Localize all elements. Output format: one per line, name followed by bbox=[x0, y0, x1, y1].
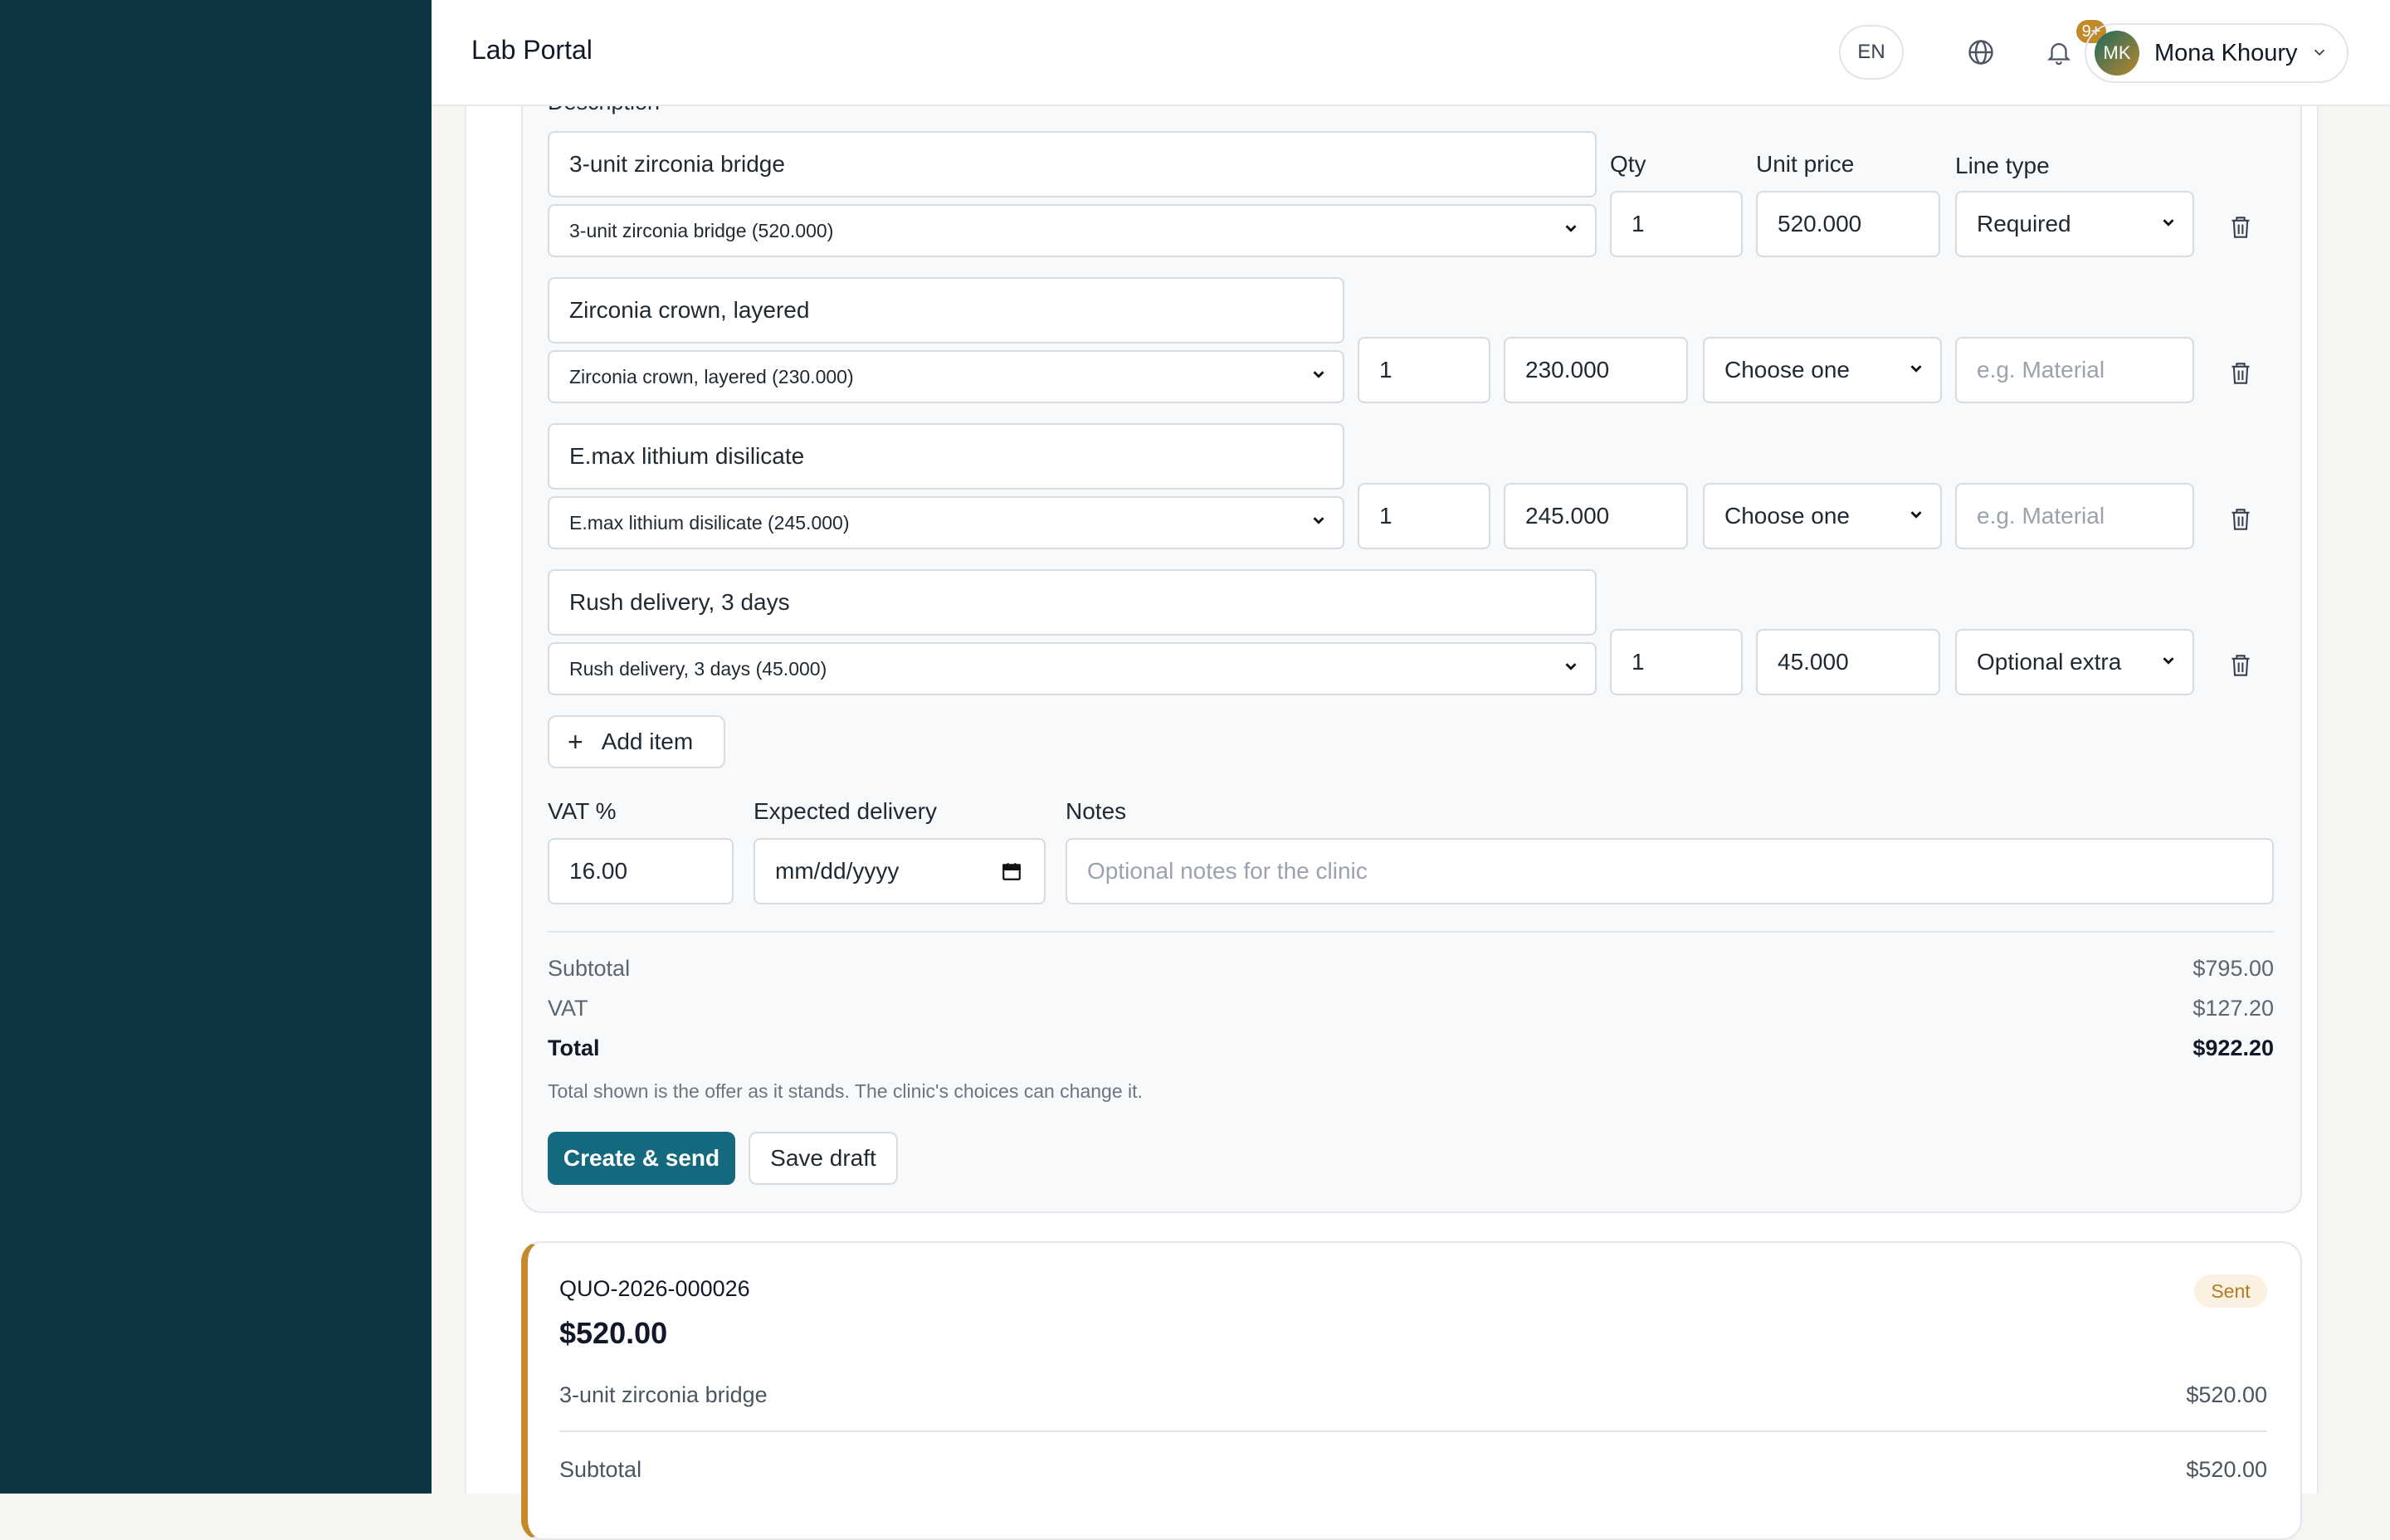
globe-icon[interactable] bbox=[1953, 25, 2008, 80]
item-unit-price-input[interactable]: 230.000 bbox=[1504, 337, 1688, 403]
chevron-down-icon bbox=[1907, 357, 1925, 383]
delivery-date-input[interactable]: mm/dd/yyyy bbox=[754, 838, 1046, 904]
item-product-select[interactable]: Zirconia crown, layered (230.000) bbox=[548, 350, 1344, 403]
quote-line-amount: $520.00 bbox=[2186, 1382, 2267, 1407]
chevron-down-icon bbox=[1310, 511, 1328, 534]
line-type-label: Line type bbox=[1955, 153, 2050, 178]
trash-icon[interactable] bbox=[2224, 357, 2257, 390]
chevron-down-icon bbox=[1562, 219, 1580, 242]
add-item-button[interactable]: + Add item bbox=[548, 715, 725, 768]
unit-price-label: Unit price bbox=[1756, 151, 1855, 177]
qty-label: Qty bbox=[1610, 151, 1646, 177]
divider bbox=[559, 1430, 2267, 1432]
subtotal-value: $795.00 bbox=[2192, 956, 2274, 981]
item-description-input[interactable]: Rush delivery, 3 days bbox=[548, 569, 1597, 636]
delivery-label: Expected delivery bbox=[754, 798, 938, 824]
item-line-type-select[interactable]: Optional extra bbox=[1955, 629, 2194, 695]
brand-title: Lab Portal bbox=[471, 35, 593, 65]
save-draft-button[interactable]: Save draft bbox=[749, 1132, 898, 1185]
item-product-select[interactable]: Rush delivery, 3 days (45.000) bbox=[548, 642, 1597, 695]
item-unit-price-input[interactable]: 520.000 bbox=[1756, 191, 1940, 257]
vat-input[interactable]: 16.00 bbox=[548, 838, 734, 904]
item-description-input[interactable]: 3-unit zirconia bridge bbox=[548, 131, 1597, 197]
chevron-down-icon bbox=[2159, 211, 2178, 237]
item-product-select[interactable]: E.max lithium disilicate (245.000) bbox=[548, 496, 1344, 549]
trash-icon[interactable] bbox=[2224, 211, 2257, 244]
item-description-input[interactable]: E.max lithium disilicate bbox=[548, 423, 1344, 490]
item-line-type-value: Choose one bbox=[1724, 357, 1851, 383]
notes-input[interactable]: Optional notes for the clinic bbox=[1066, 838, 2274, 904]
vat-total-label: VAT bbox=[548, 996, 588, 1021]
item-group-input[interactable]: e.g. Material bbox=[1955, 483, 2194, 549]
calendar-icon[interactable] bbox=[1001, 860, 1022, 889]
item-qty-input[interactable]: 1 bbox=[1358, 483, 1490, 549]
quote-subtotal-row: Subtotal $520.00 bbox=[559, 1457, 2267, 1483]
item-line-type-value: Optional extra bbox=[1977, 649, 2122, 675]
trash-icon[interactable] bbox=[2224, 649, 2257, 682]
quote-line-description: 3-unit zirconia bridge bbox=[559, 1382, 768, 1407]
status-badge: Sent bbox=[2194, 1274, 2267, 1308]
item-product-value: Zirconia crown, layered (230.000) bbox=[569, 365, 854, 387]
item-product-value: E.max lithium disilicate (245.000) bbox=[569, 511, 850, 534]
item-unit-price-input[interactable]: 45.000 bbox=[1756, 629, 1940, 695]
item-line-type-value: Required bbox=[1977, 211, 2071, 236]
chevron-down-icon bbox=[2159, 649, 2178, 675]
vat-total-value: $127.20 bbox=[2192, 996, 2274, 1021]
item-description-input[interactable]: Zirconia crown, layered bbox=[548, 277, 1344, 344]
item-line-type-select[interactable]: Choose one bbox=[1703, 483, 1942, 549]
vat-row: VAT $127.20 bbox=[548, 996, 2274, 1021]
chevron-down-icon bbox=[1310, 365, 1328, 388]
add-item-label: Add item bbox=[601, 729, 694, 754]
total-note: Total shown is the offer as it stands. T… bbox=[548, 1080, 1143, 1102]
divider bbox=[548, 931, 2274, 933]
quote-amount: $520.00 bbox=[559, 1316, 668, 1350]
user-menu[interactable]: MK Mona Khoury bbox=[2085, 23, 2349, 83]
quote-subtotal-label: Subtotal bbox=[559, 1457, 642, 1482]
item-product-select[interactable]: 3-unit zirconia bridge (520.000) bbox=[548, 204, 1597, 257]
item-product-value: 3-unit zirconia bridge (520.000) bbox=[569, 219, 834, 241]
delivery-date-placeholder: mm/dd/yyyy bbox=[775, 858, 900, 884]
item-qty-input[interactable]: 1 bbox=[1610, 629, 1743, 695]
chevron-down-icon bbox=[1562, 657, 1580, 680]
language-button[interactable]: EN bbox=[1839, 25, 1904, 80]
item-line-type-value: Choose one bbox=[1724, 503, 1851, 529]
vat-label: VAT % bbox=[548, 798, 617, 824]
quote-subtotal-value: $520.00 bbox=[2186, 1457, 2267, 1482]
item-qty-input[interactable]: 1 bbox=[1358, 337, 1490, 403]
trash-icon[interactable] bbox=[2224, 503, 2257, 536]
item-product-value: Rush delivery, 3 days (45.000) bbox=[569, 657, 827, 680]
item-line-type-select[interactable]: Choose one bbox=[1703, 337, 1942, 403]
quote-id: QUO-2026-000026 bbox=[559, 1276, 750, 1301]
avatar: MK bbox=[2095, 31, 2139, 76]
notes-label: Notes bbox=[1066, 798, 1127, 824]
total-row: Total $922.20 bbox=[548, 1036, 2274, 1061]
total-value: $922.20 bbox=[2192, 1036, 2274, 1060]
create-send-button[interactable]: Create & send bbox=[548, 1132, 735, 1185]
chevron-down-icon bbox=[2310, 43, 2329, 66]
plus-icon: + bbox=[568, 726, 583, 757]
sidebar bbox=[0, 0, 432, 1494]
item-line-type-select[interactable]: Required bbox=[1955, 191, 2194, 257]
item-qty-input[interactable]: 1 bbox=[1610, 191, 1743, 257]
top-bar: Lab Portal EN 9+ MK Mona Khoury bbox=[432, 0, 2390, 106]
subtotal-label: Subtotal bbox=[548, 956, 631, 981]
chevron-down-icon bbox=[1907, 503, 1925, 529]
subtotal-row: Subtotal $795.00 bbox=[548, 956, 2274, 982]
quote-line-row: 3-unit zirconia bridge $520.00 bbox=[559, 1382, 2267, 1408]
item-group-input[interactable]: e.g. Material bbox=[1955, 337, 2194, 403]
item-unit-price-input[interactable]: 245.000 bbox=[1504, 483, 1688, 549]
total-label: Total bbox=[548, 1036, 600, 1060]
user-name: Mona Khoury bbox=[2154, 39, 2298, 66]
